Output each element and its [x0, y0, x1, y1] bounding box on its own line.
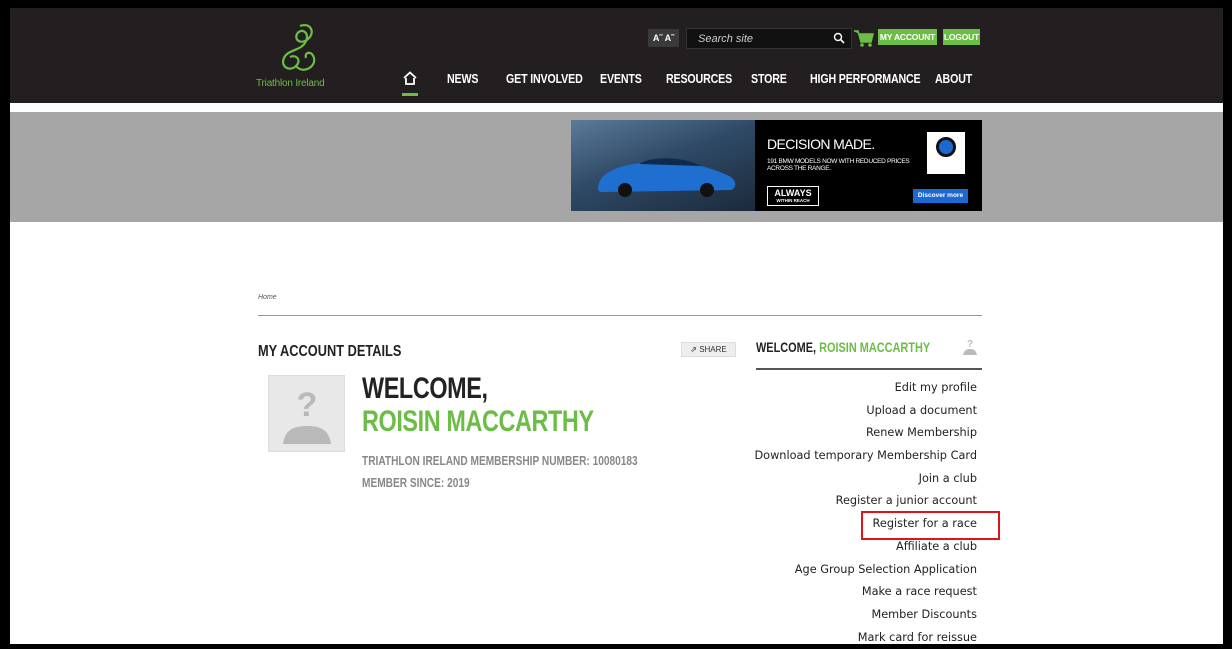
ad-title: DECISION MADE.	[767, 136, 875, 152]
triathlon-ireland-logo[interactable]: Triathlon Ireland	[256, 22, 346, 94]
sidebar-member-name: ROISIN MACCARTHY	[819, 339, 931, 355]
nav-events[interactable]: EVENTS	[600, 71, 642, 89]
menu-renew-membership[interactable]: Renew Membership	[717, 421, 977, 444]
nav-high-performance[interactable]: HIGH PERFORMANCE	[810, 71, 921, 89]
bmw-advertisement[interactable]: DECISION MADE. 191 BMW MODELS NOW WITH R…	[571, 120, 982, 211]
my-account-button[interactable]: MY ACCOUNT	[878, 29, 937, 45]
ad-always-badge: ALWAYS WITHIN REACH	[767, 186, 819, 206]
logo-text: Triathlon Ireland	[256, 78, 325, 89]
sidebar-divider	[756, 368, 982, 370]
car-image-icon	[597, 158, 736, 197]
font-size-toggle[interactable]: A˜ A˜	[648, 29, 679, 47]
menu-edit-profile[interactable]: Edit my profile	[717, 376, 977, 399]
avatar: ?	[268, 375, 345, 452]
breadcrumb-home[interactable]: Home	[258, 294, 277, 301]
breadcrumb-divider	[258, 315, 982, 316]
cart-icon[interactable]	[853, 27, 875, 49]
menu-member-discounts[interactable]: Member Discounts	[717, 603, 977, 626]
nav-news[interactable]: NEWS	[447, 71, 478, 89]
logo-mark-icon	[282, 24, 316, 71]
sidebar-welcome-label: WELCOME,	[756, 339, 817, 355]
member-name: ROISIN MACCARTHY	[362, 405, 594, 438]
nav-resources[interactable]: RESOURCES	[666, 71, 732, 89]
ad-always-small-text: WITHIN REACH	[776, 198, 810, 203]
menu-register-junior[interactable]: Register a junior account	[717, 489, 977, 512]
account-menu: Edit my profile Upload a document Renew …	[717, 376, 977, 644]
menu-mark-card-reissue[interactable]: Mark card for reissue	[717, 626, 977, 644]
nav-about[interactable]: ABOUT	[935, 71, 972, 89]
sidebar-welcome: WELCOME, ROISIN MACCARTHY	[756, 339, 930, 355]
ad-always-text: ALWAYS	[774, 188, 812, 198]
menu-join-club[interactable]: Join a club	[717, 467, 977, 490]
share-label: SHARE	[699, 345, 727, 354]
ad-subtitle: 191 BMW MODELS NOW WITH REDUCED PRICES A…	[767, 158, 910, 172]
nav-store[interactable]: STORE	[751, 71, 787, 89]
menu-age-group-application[interactable]: Age Group Selection Application	[717, 558, 977, 581]
search-input[interactable]	[687, 29, 827, 48]
share-icon: ⇗	[690, 345, 700, 354]
search-box	[686, 28, 852, 49]
share-button[interactable]: ⇗ SHARE	[681, 342, 736, 357]
ad-discover-button[interactable]: Discover more	[913, 189, 968, 203]
home-active-indicator	[402, 93, 418, 96]
member-since: MEMBER SINCE: 2019	[362, 475, 470, 490]
bmw-roundel-icon	[936, 137, 956, 157]
ad-photo	[571, 120, 755, 211]
page-title: MY ACCOUNT DETAILS	[258, 343, 402, 360]
member-info: TRIATHLON IRELAND MEMBERSHIP NUMBER: 100…	[362, 450, 638, 494]
site-header: Triathlon Ireland A˜ A˜ MY ACCOUNT LOGOU…	[10, 8, 1223, 103]
highlight-box	[861, 511, 1000, 540]
membership-number: TRIATHLON IRELAND MEMBERSHIP NUMBER: 100…	[362, 453, 638, 468]
menu-race-request[interactable]: Make a race request	[717, 580, 977, 603]
menu-download-card[interactable]: Download temporary Membership Card	[717, 444, 977, 467]
svg-text:?: ?	[967, 339, 973, 350]
svg-text:?: ?	[297, 386, 318, 424]
bmw-logo	[927, 132, 965, 174]
welcome-heading: WELCOME,	[362, 372, 488, 405]
logout-button[interactable]: LOGOUT	[943, 29, 980, 45]
search-icon[interactable]	[833, 32, 845, 44]
home-icon[interactable]	[402, 70, 418, 86]
nav-get-involved[interactable]: GET INVOLVED	[506, 71, 583, 89]
profile-icon: ?	[963, 339, 977, 355]
user-placeholder-icon: ?	[283, 386, 331, 444]
browser-page: Triathlon Ireland A˜ A˜ MY ACCOUNT LOGOU…	[10, 8, 1223, 644]
menu-upload-document[interactable]: Upload a document	[717, 399, 977, 422]
